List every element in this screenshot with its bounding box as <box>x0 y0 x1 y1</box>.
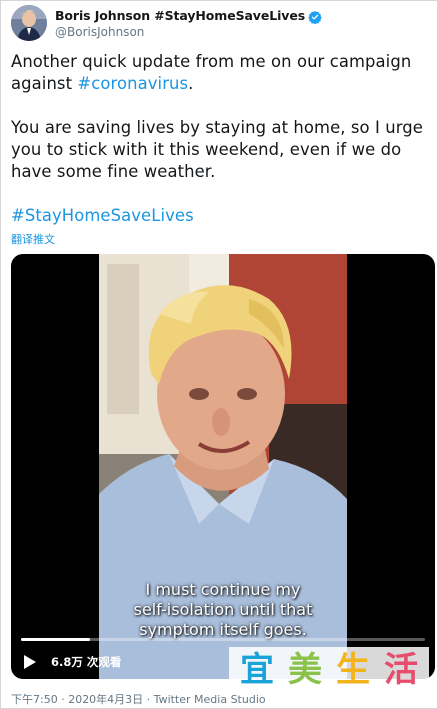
tweet-header: Boris Johnson #StayHomeSaveLives @BorisJ… <box>11 5 431 45</box>
tweet-meta[interactable]: 下午7:50 · 2020年4月3日 · Twitter Media Studi… <box>11 691 266 707</box>
name-row: Boris Johnson #StayHomeSaveLives <box>55 8 322 24</box>
video-subtitle-line-1: I must continue my <box>145 580 301 599</box>
hashtag-coronavirus[interactable]: #coronavirus <box>77 74 188 93</box>
tweet-line-2: against #coronavirus. <box>11 73 431 95</box>
handle[interactable]: @BorisJohnson <box>55 25 144 39</box>
tweet-para2-line-2: you to stick with it this weekend, even … <box>11 140 402 159</box>
hashtag-stayhomesavelives[interactable]: #StayHomeSaveLives <box>11 205 431 227</box>
video-player[interactable]: I must continue my self-isolation until … <box>11 254 435 679</box>
avatar-photo <box>11 5 47 41</box>
avatar[interactable] <box>11 5 47 41</box>
watermark: 宜 美 生 活 <box>229 647 429 693</box>
tweet-line-2-prefix: against <box>11 74 78 93</box>
watermark-char-2: 美 <box>288 650 322 690</box>
display-name[interactable]: Boris Johnson #StayHomeSaveLives <box>55 8 305 23</box>
video-subtitle-line-3: symptom itself goes. <box>139 620 307 639</box>
translate-tweet-link[interactable]: 翻译推文 <box>11 231 55 247</box>
tweet-line-1: Another quick update from me on our camp… <box>11 52 412 71</box>
video-progress-fill <box>21 638 90 641</box>
verified-badge-icon <box>308 9 322 24</box>
view-count: 6.8万 次观看 <box>51 655 122 669</box>
watermark-char-3: 生 <box>336 650 370 690</box>
video-progress-bar[interactable] <box>21 638 425 641</box>
play-icon[interactable] <box>23 654 37 670</box>
tweet-para2-line-1: You are saving lives by staying at home,… <box>11 118 423 137</box>
watermark-char-4: 活 <box>384 650 418 690</box>
tweet-line-2-suffix: . <box>188 74 194 93</box>
watermark-char-1: 宜 <box>240 650 274 690</box>
tweet-para2-line-3: have some fine weather. <box>11 162 216 181</box>
tweet-text: Another quick update from me on our camp… <box>11 51 431 227</box>
video-subtitle-line-2: self-isolation until that <box>133 600 313 619</box>
